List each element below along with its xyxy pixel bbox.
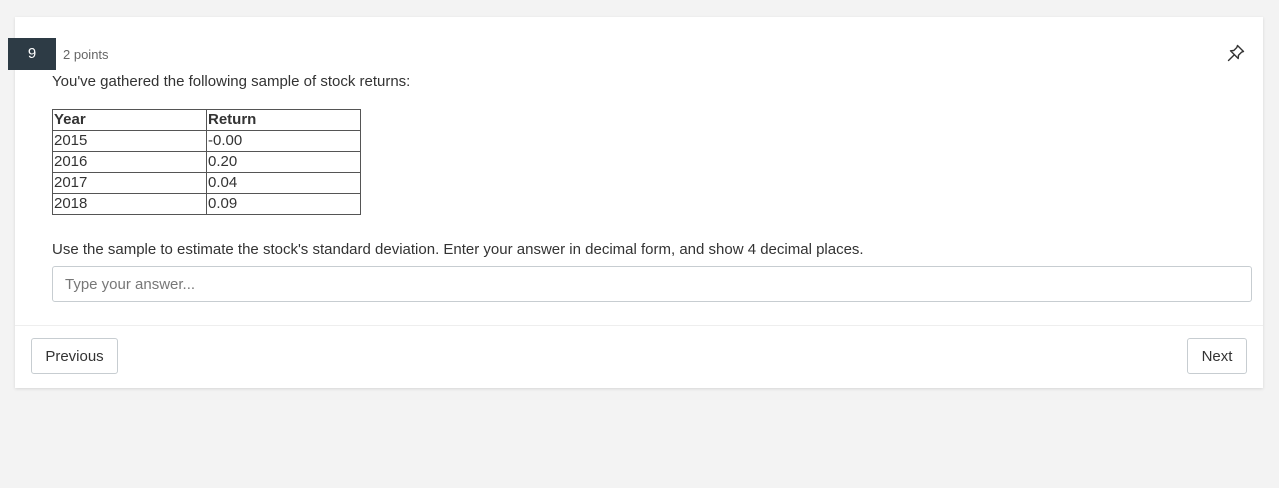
cell-year: 2016: [52, 151, 207, 173]
pin-icon[interactable]: [1225, 42, 1247, 64]
answer-input[interactable]: [52, 266, 1252, 302]
footer-divider: [15, 325, 1263, 326]
cell-return: 0.04: [206, 172, 361, 194]
table-row: 2017 0.04: [52, 172, 361, 194]
question-card: 9 2 points You've gathered the following…: [8, 17, 1263, 388]
table-row: 2016 0.20: [52, 151, 361, 173]
table-header-row: Year Return: [52, 109, 361, 131]
cell-return: 0.20: [206, 151, 361, 173]
question-instructions: Use the sample to estimate the stock's s…: [52, 241, 864, 258]
question-number: 9: [8, 38, 56, 70]
previous-button[interactable]: Previous: [31, 338, 118, 374]
table-row: 2015 -0.00: [52, 130, 361, 152]
header-year: Year: [52, 109, 207, 131]
cell-year: 2017: [52, 172, 207, 194]
cell-year: 2018: [52, 193, 207, 215]
cell-year: 2015: [52, 130, 207, 152]
cell-return: 0.09: [206, 193, 361, 215]
next-button[interactable]: Next: [1187, 338, 1247, 374]
question-points: 2 points: [63, 47, 109, 62]
returns-table: Year Return 2015 -0.00 2016 0.20 2017 0.…: [52, 109, 361, 215]
cell-return: -0.00: [206, 130, 361, 152]
header-return: Return: [206, 109, 361, 131]
table-row: 2018 0.09: [52, 193, 361, 215]
question-prompt: You've gathered the following sample of …: [52, 73, 411, 90]
